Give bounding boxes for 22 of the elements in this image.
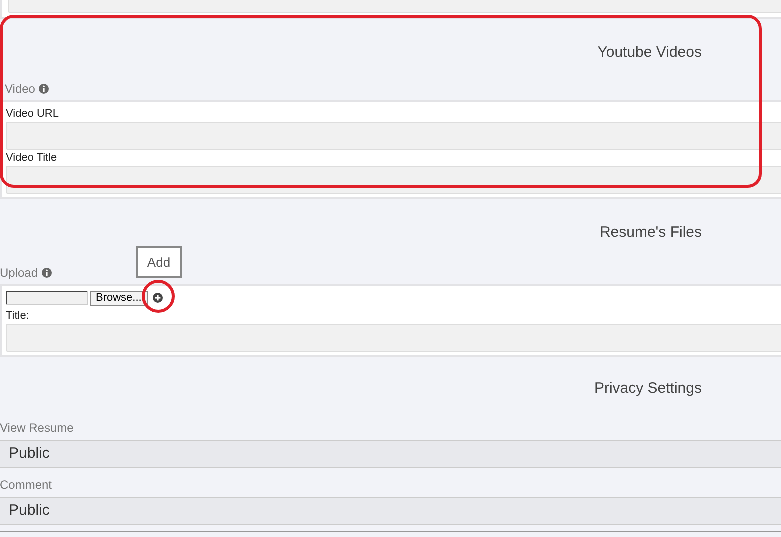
- section-heading: Youtube Videos: [598, 44, 702, 61]
- info-icon[interactable]: [39, 84, 50, 94]
- add-icon[interactable]: [152, 293, 163, 303]
- info-icon[interactable]: [42, 268, 52, 278]
- text-field[interactable]: [6, 166, 781, 194]
- section-heading: Resume's Files: [600, 224, 702, 241]
- text-field[interactable]: [6, 324, 781, 352]
- field-label: View Resume: [0, 421, 74, 435]
- field-label: Video Title: [6, 152, 58, 165]
- field-label: Comment: [0, 478, 52, 492]
- field-label: Video: [5, 82, 36, 96]
- browse-button[interactable]: Browse...: [90, 290, 148, 306]
- field-label: Upload: [0, 266, 38, 280]
- file-name-field[interactable]: [6, 291, 88, 305]
- add-button[interactable]: Add: [136, 246, 182, 278]
- select-field[interactable]: Public: [0, 497, 781, 525]
- section-heading: Privacy Settings: [594, 380, 702, 397]
- text-field[interactable]: [8, 0, 781, 13]
- select-field[interactable]: Public: [0, 440, 781, 468]
- field-label: Video URL: [6, 108, 60, 121]
- field-label: Title:: [6, 310, 30, 322]
- text-field[interactable]: [6, 122, 781, 150]
